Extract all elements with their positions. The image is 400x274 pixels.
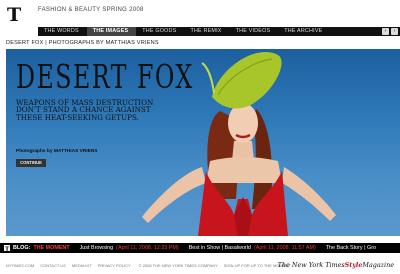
tab-the-images[interactable]: THE IMAGES [86, 27, 137, 36]
ticker-blog-name[interactable]: THE MOMENT [33, 245, 69, 251]
ticker-item-title[interactable]: Best in Show | Basalworld [189, 245, 251, 251]
ticker-item-title[interactable]: The Back Story | Gro [326, 245, 376, 251]
hero-subtitle: WEAPONS OF MASS DESTRUCTION DON'T STAND … [16, 98, 154, 122]
chevron-right-icon[interactable]: › [391, 28, 398, 35]
brand-suffix: Magazine [362, 261, 394, 269]
continue-button[interactable]: CONTINUE [16, 159, 46, 167]
hero-title: DESERT FOX [16, 57, 194, 96]
footer-link-media-kit[interactable]: MEDIA KIT [72, 263, 92, 268]
main-nav: THE WORDS THE IMAGES THE GOODS THE REMIX… [38, 27, 400, 36]
tab-the-remix[interactable]: THE REMIX [184, 27, 229, 36]
brand-prefix: The New York Times [277, 261, 345, 269]
nav-arrows: ‹ › [382, 28, 398, 35]
footer-link-contact[interactable]: CONTACT US [40, 263, 66, 268]
brand-style: Style [344, 261, 363, 269]
photo-credit: Photographs by MATTHIAS VRIENS [16, 149, 98, 154]
ticker-item-date: (April 11, 2008, 11:57 AM) [253, 245, 316, 251]
section-title: FASHION & BEAUTY SPRING 2008 [38, 7, 144, 13]
ticker-blog-label: BLOG: [13, 245, 31, 251]
footer-link-privacy[interactable]: PRIVACY POLICY [98, 263, 131, 268]
ticker-item-date: (April 11, 2008, 12:23 PM) [116, 245, 179, 251]
svg-text:T: T [7, 4, 21, 24]
tab-the-words[interactable]: THE WORDS [38, 27, 87, 36]
tab-the-goods[interactable]: THE GOODS [136, 27, 184, 36]
nyt-style-magazine-logo[interactable]: The New York TimesStyleMagazine [278, 261, 394, 269]
footer-copyright: © 2008 THE NEW YORK TIMES COMPANY [138, 263, 218, 268]
page-header: T FASHION & BEAUTY SPRING 2008 [0, 0, 400, 26]
gallery-caption: DESERT FOX | PHOTOGRAPHS BY MATTHIAS VRI… [6, 40, 159, 46]
nyt-t-logo-icon[interactable]: T [6, 4, 24, 26]
tab-the-archive[interactable]: THE ARCHIVE [278, 27, 330, 36]
blog-ticker: T BLOG: THE MOMENT Just Browsing (April … [0, 243, 400, 253]
chevron-left-icon[interactable]: ‹ [382, 28, 389, 35]
nyt-t-small-icon: T [4, 245, 10, 251]
tab-the-videos[interactable]: THE VIDEOS [230, 27, 279, 36]
footer-link-nytimes[interactable]: NYTIMES.COM [6, 263, 34, 268]
hero-image: DESERT FOX WEAPONS OF MASS DESTRUCTION D… [6, 49, 400, 236]
ticker-item-title[interactable]: Just Browsing [80, 245, 114, 251]
